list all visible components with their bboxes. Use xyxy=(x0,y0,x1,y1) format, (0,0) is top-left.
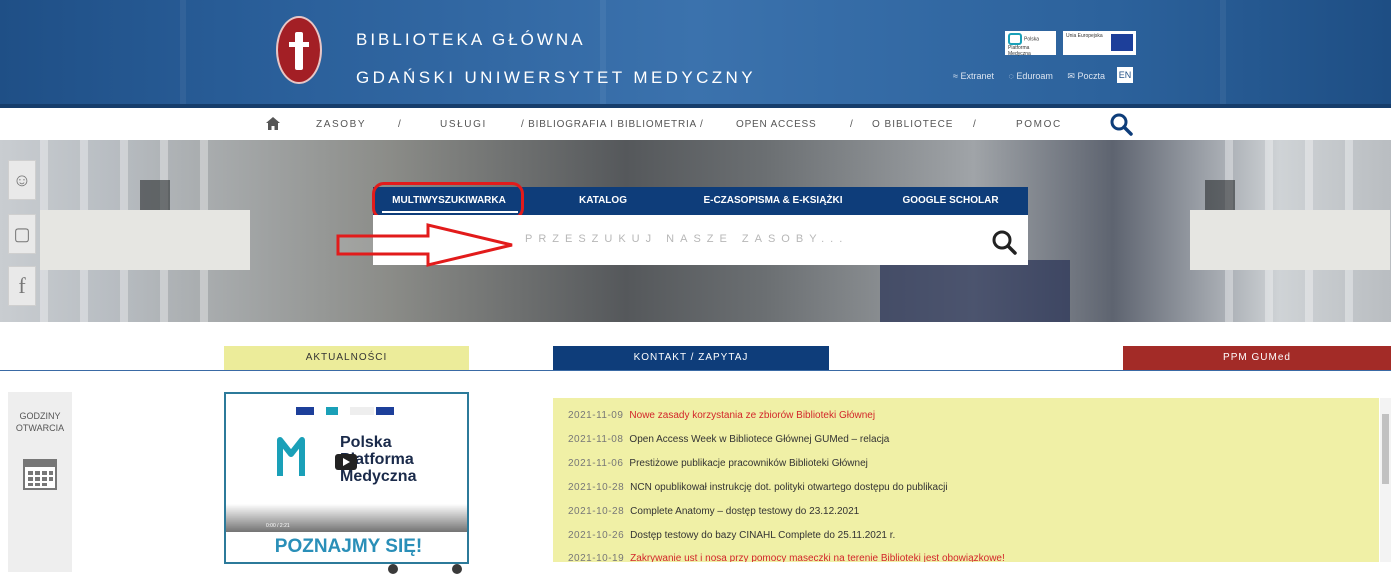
opening-hours-widget[interactable]: GODZINY OTWARCIA xyxy=(8,392,72,572)
news-title[interactable]: Prestiżowe publikacje pracowników Biblio… xyxy=(629,458,867,469)
opening-hours-line2: OTWARCIA xyxy=(15,423,65,433)
hero-decor xyxy=(40,210,250,270)
user-login-button[interactable]: ☺ xyxy=(8,160,36,200)
logo-staff-shape xyxy=(295,32,303,70)
video-time: 0:00 / 2:21 xyxy=(266,523,290,529)
eu-flag-icon xyxy=(1111,34,1133,51)
news-item[interactable]: 2021-11-08 Open Access Week w Bibliotece … xyxy=(568,434,889,445)
poczta-link-label: Poczta xyxy=(1077,71,1105,81)
news-title[interactable]: Nowe zasady korzystania ze zbiorów Bibli… xyxy=(629,410,875,421)
top-links: ≈ Extranet ◌ Eduroam ✉ Poczta xyxy=(953,71,1117,82)
news-date: 2021-10-26 xyxy=(568,530,625,541)
news-item[interactable]: 2021-10-28 NCN opublikował instrukcję dot… xyxy=(568,482,948,493)
search-input[interactable]: PRZESZUKUJ NASZE ZASOBY... xyxy=(525,233,848,245)
news-item[interactable]: 2021-10-26 Dostęp testowy do bazy CINAHL … xyxy=(568,530,895,541)
library-title[interactable]: BIBLIOTEKA GŁÓWNA xyxy=(356,30,586,50)
news-date: 2021-11-09 xyxy=(568,410,624,421)
nav-item-uslugi[interactable]: USŁUGI xyxy=(440,119,487,130)
hero-decor xyxy=(1190,210,1390,270)
site-header: BIBLIOTEKA GŁÓWNA GDAŃSKI UNIWERSYTET ME… xyxy=(0,0,1391,108)
section-kontakt[interactable]: KONTAKT / ZAPYTAJ xyxy=(553,346,829,370)
news-title[interactable]: Dostęp testowy do bazy CINAHL Complete d… xyxy=(630,530,895,541)
news-date: 2021-11-08 xyxy=(568,434,624,445)
nav-item-open-access[interactable]: OPEN ACCESS xyxy=(736,119,817,130)
news-scrollbar[interactable] xyxy=(1380,398,1391,562)
user-login-icon: ☺ xyxy=(12,170,32,190)
header-stripe xyxy=(600,0,606,108)
opening-hours-line1: GODZINY xyxy=(19,411,61,421)
news-title[interactable]: NCN opublikował instrukcję dot. polityki… xyxy=(630,482,947,493)
news-date: 2021-11-06 xyxy=(568,458,624,469)
nav-item-pomoc[interactable]: POMOC xyxy=(1016,119,1062,130)
instagram-button[interactable]: ▢ xyxy=(8,214,36,254)
video-brand-line1: Polska xyxy=(340,434,392,451)
eduroam-link[interactable]: ◌ Eduroam xyxy=(1009,71,1059,81)
ppm-partner-logo[interactable]: Polska Platforma Medyczna xyxy=(1005,31,1056,57)
hero-decor xyxy=(1205,180,1235,210)
section-divider xyxy=(0,370,1391,371)
extranet-link[interactable]: ≈ Extranet xyxy=(953,71,1000,81)
main-navigation: ZASOBY / USŁUGI / BIBLIOGRAFIA I BIBLIOM… xyxy=(0,108,1391,140)
nav-item-zasoby[interactable]: ZASOBY xyxy=(316,119,366,130)
carousel-next-dot[interactable] xyxy=(452,564,462,574)
instagram-icon: ▢ xyxy=(13,224,31,244)
nav-separator: / xyxy=(973,119,978,130)
news-item[interactable]: 2021-11-06 Prestiżowe publikacje pracowni… xyxy=(568,458,868,469)
news-date: 2021-10-28 xyxy=(568,482,625,493)
ppm-logo-icon xyxy=(277,437,305,476)
facebook-icon: f xyxy=(18,273,26,298)
news-list: 2021-11-09 Nowe zasady korzystania ze zbi… xyxy=(553,398,1379,562)
hero-decor xyxy=(880,260,1070,322)
search-submit-icon[interactable] xyxy=(991,229,1017,255)
nav-item-o-bibliotece[interactable]: O BIBLIOTECE xyxy=(872,119,953,130)
news-item[interactable]: 2021-11-09 Nowe zasady korzystania ze zbi… xyxy=(568,410,875,421)
logo-cross-shape xyxy=(289,42,309,47)
section-aktualnosci[interactable]: AKTUALNOŚCI xyxy=(224,346,469,370)
news-item[interactable]: 2021-10-19 Zakrywanie ust i nosa przy pom… xyxy=(568,553,1005,562)
scrollbar-thumb[interactable] xyxy=(1382,414,1389,484)
news-title[interactable]: Zakrywanie ust i nosa przy pomocy masecz… xyxy=(630,553,1005,562)
tab-google-scholar[interactable]: GOOGLE SCHOLAR xyxy=(873,187,1028,215)
language-switch-en[interactable]: EN xyxy=(1117,67,1133,83)
eu-partner-logo[interactable]: Unia Europejska xyxy=(1063,31,1136,55)
news-date: 2021-10-19 xyxy=(568,553,625,562)
poczta-link[interactable]: ✉ Poczta xyxy=(1067,71,1111,81)
search-icon[interactable] xyxy=(1109,112,1133,136)
red-arrow-annotation xyxy=(336,223,513,267)
funding-logos xyxy=(296,407,394,415)
nav-separator: / xyxy=(398,119,403,130)
video-player[interactable]: Polska Platforma Medyczna 0:00 / 2:21 PO… xyxy=(224,392,469,564)
nav-separator: / xyxy=(850,119,855,130)
hero-decor xyxy=(140,180,170,210)
eduroam-link-label: Eduroam xyxy=(1016,71,1053,81)
extranet-link-label: Extranet xyxy=(960,71,994,81)
section-ppm-gumed[interactable]: PPM GUMed xyxy=(1123,346,1391,370)
carousel-prev-dot[interactable] xyxy=(388,564,398,574)
tab-katalog[interactable]: KATALOG xyxy=(533,187,673,215)
university-title[interactable]: GDAŃSKI UNIWERSYTET MEDYCZNY xyxy=(356,68,756,88)
play-button[interactable] xyxy=(335,454,357,470)
video-caption: POZNAJMY SIĘ! xyxy=(274,536,423,557)
university-logo[interactable] xyxy=(276,16,322,84)
home-icon[interactable] xyxy=(266,117,280,130)
calendar-icon xyxy=(23,459,57,490)
video-brand-line3: Medyczna xyxy=(340,468,417,485)
header-stripe xyxy=(180,0,186,108)
tab-e-czasopisma[interactable]: E-CZASOPISMA & E-KSIĄŻKI xyxy=(683,187,863,215)
opening-hours-label: GODZINY OTWARCIA xyxy=(8,410,72,434)
news-item[interactable]: 2021-10-28 Complete Anatomy – dostęp test… xyxy=(568,506,859,517)
eu-partner-text: Unia Europejska xyxy=(1066,33,1103,39)
video-controls[interactable]: 0:00 / 2:21 xyxy=(226,504,467,532)
news-date: 2021-10-28 xyxy=(568,506,625,517)
header-stripe xyxy=(1220,0,1226,108)
ppm-mark-icon xyxy=(1008,33,1022,45)
nav-item-bibliografia[interactable]: / BIBLIOGRAFIA I BIBLIOMETRIA / xyxy=(521,119,704,130)
facebook-button[interactable]: f xyxy=(8,266,36,306)
news-title[interactable]: Complete Anatomy – dostęp testowy do 23.… xyxy=(630,506,859,517)
news-title[interactable]: Open Access Week w Bibliotece Głównej GU… xyxy=(629,434,889,445)
